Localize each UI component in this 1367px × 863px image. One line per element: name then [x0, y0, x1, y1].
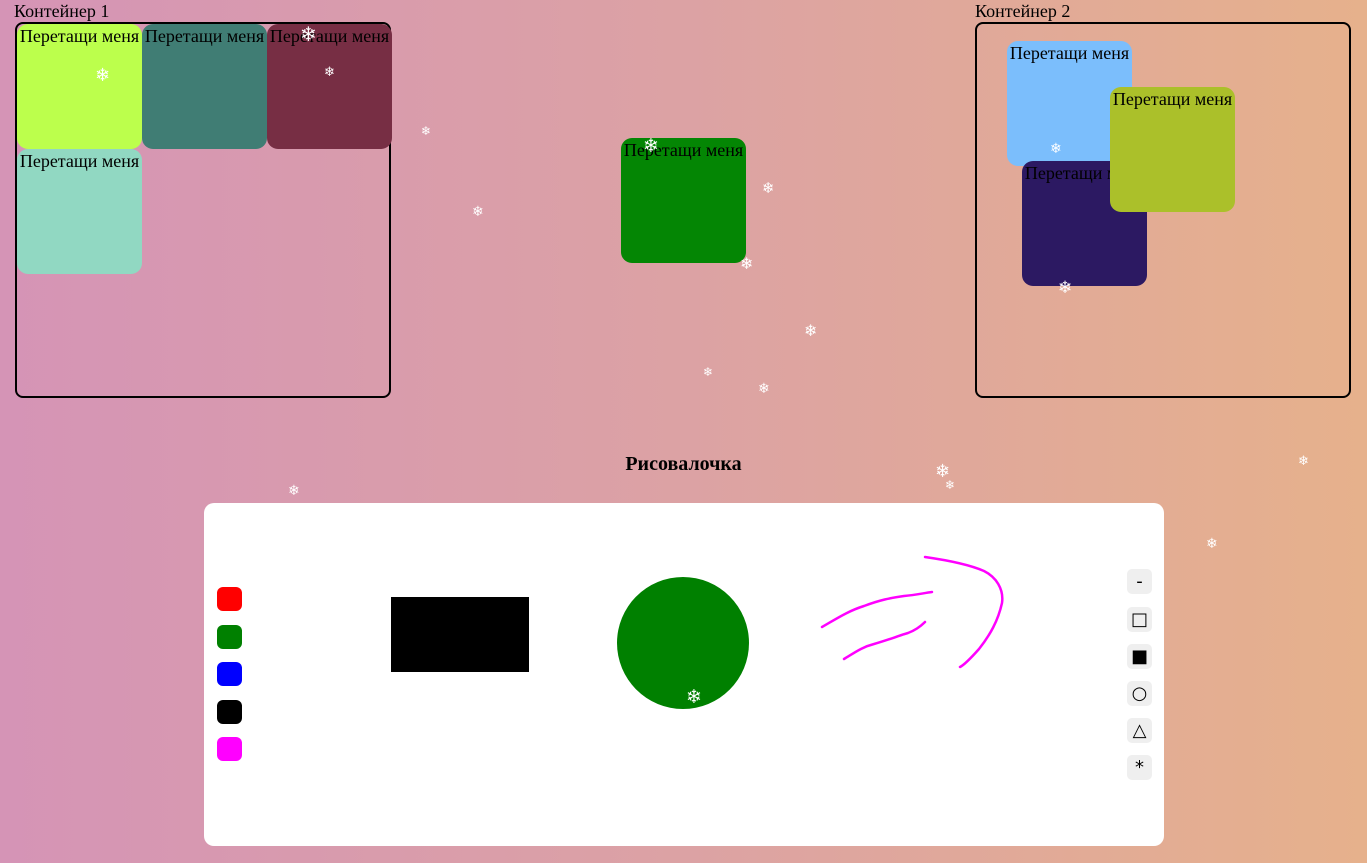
color-red-swatch[interactable] [217, 587, 242, 611]
drawn-circle [617, 577, 749, 709]
draggable-card[interactable]: Перетащи меня [621, 138, 746, 263]
container-2-label: Контейнер 2 [975, 1, 1071, 21]
freehand-stroke [842, 620, 927, 661]
color-magenta-swatch[interactable] [217, 737, 242, 761]
freehand-tool-button[interactable]: * [1127, 755, 1152, 780]
freehand-stroke [820, 590, 934, 629]
drawn-rectangle [391, 597, 529, 672]
card-label: Перетащи меня [19, 151, 140, 171]
snowflake-icon: ❄ [762, 179, 775, 197]
drawing-panel: - □ ■ ○ △ * [204, 503, 1164, 846]
card-label: Перетащи меня [1009, 43, 1130, 63]
drawing-title: Рисовалочка [625, 453, 742, 475]
snowflake-icon: ❄ [758, 381, 770, 397]
snowflake-icon: ❄ [288, 483, 300, 499]
card-label: Перетащи меня [623, 140, 744, 160]
card-label: Перетащи меня [19, 26, 140, 46]
draggable-card[interactable]: Перетащи меня [142, 24, 267, 149]
freehand-stroke [923, 555, 1004, 669]
draggable-card[interactable]: Перетащи меня [267, 24, 392, 149]
drawing-canvas[interactable] [204, 503, 1164, 846]
snowflake-icon: ❄ [945, 478, 956, 492]
color-blue-swatch[interactable] [217, 662, 242, 686]
filled-rectangle-tool-button[interactable]: ■ [1127, 644, 1152, 669]
card-label: Перетащи меня [269, 26, 390, 46]
card-label: Перетащи меня [144, 26, 265, 46]
card-label: Перетащи меня [1112, 89, 1233, 109]
triangle-tool-button[interactable]: △ [1127, 718, 1152, 743]
draggable-card[interactable]: Перетащи меня [1110, 87, 1235, 212]
rectangle-tool-button[interactable]: □ [1127, 607, 1152, 632]
color-green-swatch[interactable] [217, 625, 242, 649]
snowflake-icon: ❄ [472, 204, 484, 220]
snowflake-icon: ❄ [804, 321, 818, 340]
draggable-card[interactable]: Перетащи меня [17, 24, 142, 149]
circle-tool-button[interactable]: ○ [1127, 681, 1152, 706]
line-tool-button[interactable]: - [1127, 569, 1152, 594]
container-1-label: Контейнер 1 [14, 1, 110, 21]
snowflake-icon: ❄ [421, 124, 432, 138]
snowflake-icon: ❄ [703, 365, 714, 379]
color-black-swatch[interactable] [217, 700, 242, 724]
snowflake-icon: ❄ [1206, 536, 1218, 552]
draggable-card[interactable]: Перетащи меня [17, 149, 142, 274]
